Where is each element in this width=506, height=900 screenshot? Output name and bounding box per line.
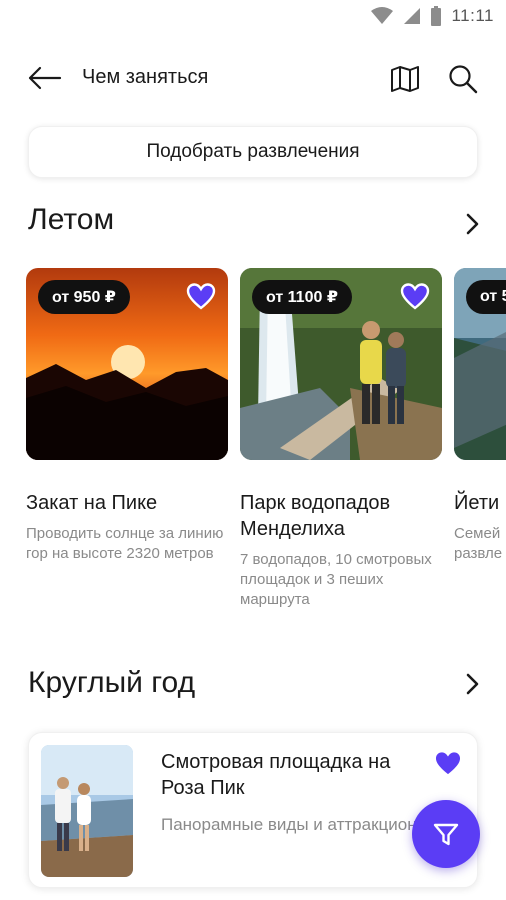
activity-card[interactable]: от 950 ₽ Закат на Пике Проводить солнце … — [26, 268, 228, 564]
wifi-icon — [371, 7, 394, 24]
filter-button[interactable] — [412, 800, 480, 868]
filter-icon — [433, 823, 459, 846]
list-item-title: Смотровая площадка на Роза Пик — [161, 751, 391, 799]
back-button[interactable] — [26, 62, 62, 94]
card-description: Семей развле — [454, 525, 503, 562]
activity-card[interactable]: от 1100 ₽ Парк водопадов Менделиха 7 вод… — [240, 268, 442, 610]
card-image-waterfall: от 1100 ₽ — [240, 268, 442, 460]
list-item[interactable]: Смотровая площадка на Роза Пик Панорамны… — [28, 732, 478, 888]
app-header: Чем заняться — [0, 56, 506, 100]
pick-entertainment-button[interactable]: Подобрать развлечения — [28, 126, 478, 178]
favorite-button[interactable] — [400, 282, 430, 310]
year-round-more-button[interactable] — [460, 672, 484, 696]
list-item-image — [41, 745, 133, 877]
signal-icon — [404, 8, 421, 24]
map-icon — [391, 66, 419, 92]
card-title: Парк водопадов Менделиха — [240, 492, 391, 540]
card-description: Проводить солнце за линию гор на высоте … — [26, 525, 224, 562]
section-title-year-round: Круглый год — [28, 666, 196, 699]
status-bar: 11:11 — [0, 0, 506, 36]
price-badge: от 950 ₽ — [38, 280, 130, 314]
card-description: 7 водопадов, 10 смотровых площадок и 3 п… — [240, 551, 432, 608]
card-image-yeti: от 5 — [454, 268, 506, 460]
search-button[interactable] — [446, 62, 480, 96]
heart-icon — [435, 752, 461, 775]
battery-icon — [431, 6, 442, 26]
activity-card[interactable]: от 5 Йети Семей развле — [454, 268, 506, 564]
chevron-right-icon — [466, 213, 479, 235]
card-title: Закат на Пике — [26, 492, 158, 514]
card-title: Йети — [454, 492, 500, 514]
price-badge: от 5 — [466, 280, 506, 314]
favorite-button[interactable] — [186, 282, 216, 310]
status-time: 11:11 — [451, 6, 494, 25]
status-icons: 11:11 — [371, 6, 494, 26]
heart-icon — [186, 282, 216, 310]
favorite-button[interactable] — [434, 751, 462, 777]
chevron-right-icon — [466, 673, 479, 695]
summer-more-button[interactable] — [460, 212, 484, 236]
map-button[interactable] — [388, 62, 422, 96]
arrow-left-icon — [28, 66, 62, 90]
search-icon — [449, 65, 478, 94]
heart-icon — [400, 282, 430, 310]
page-title: Чем заняться — [82, 66, 209, 88]
price-badge: от 1100 ₽ — [252, 280, 352, 314]
card-image-sunset: от 950 ₽ — [26, 268, 228, 460]
summer-cards: от 950 ₽ Закат на Пике Проводить солнце … — [26, 268, 506, 628]
section-title-summer: Летом — [28, 203, 115, 236]
